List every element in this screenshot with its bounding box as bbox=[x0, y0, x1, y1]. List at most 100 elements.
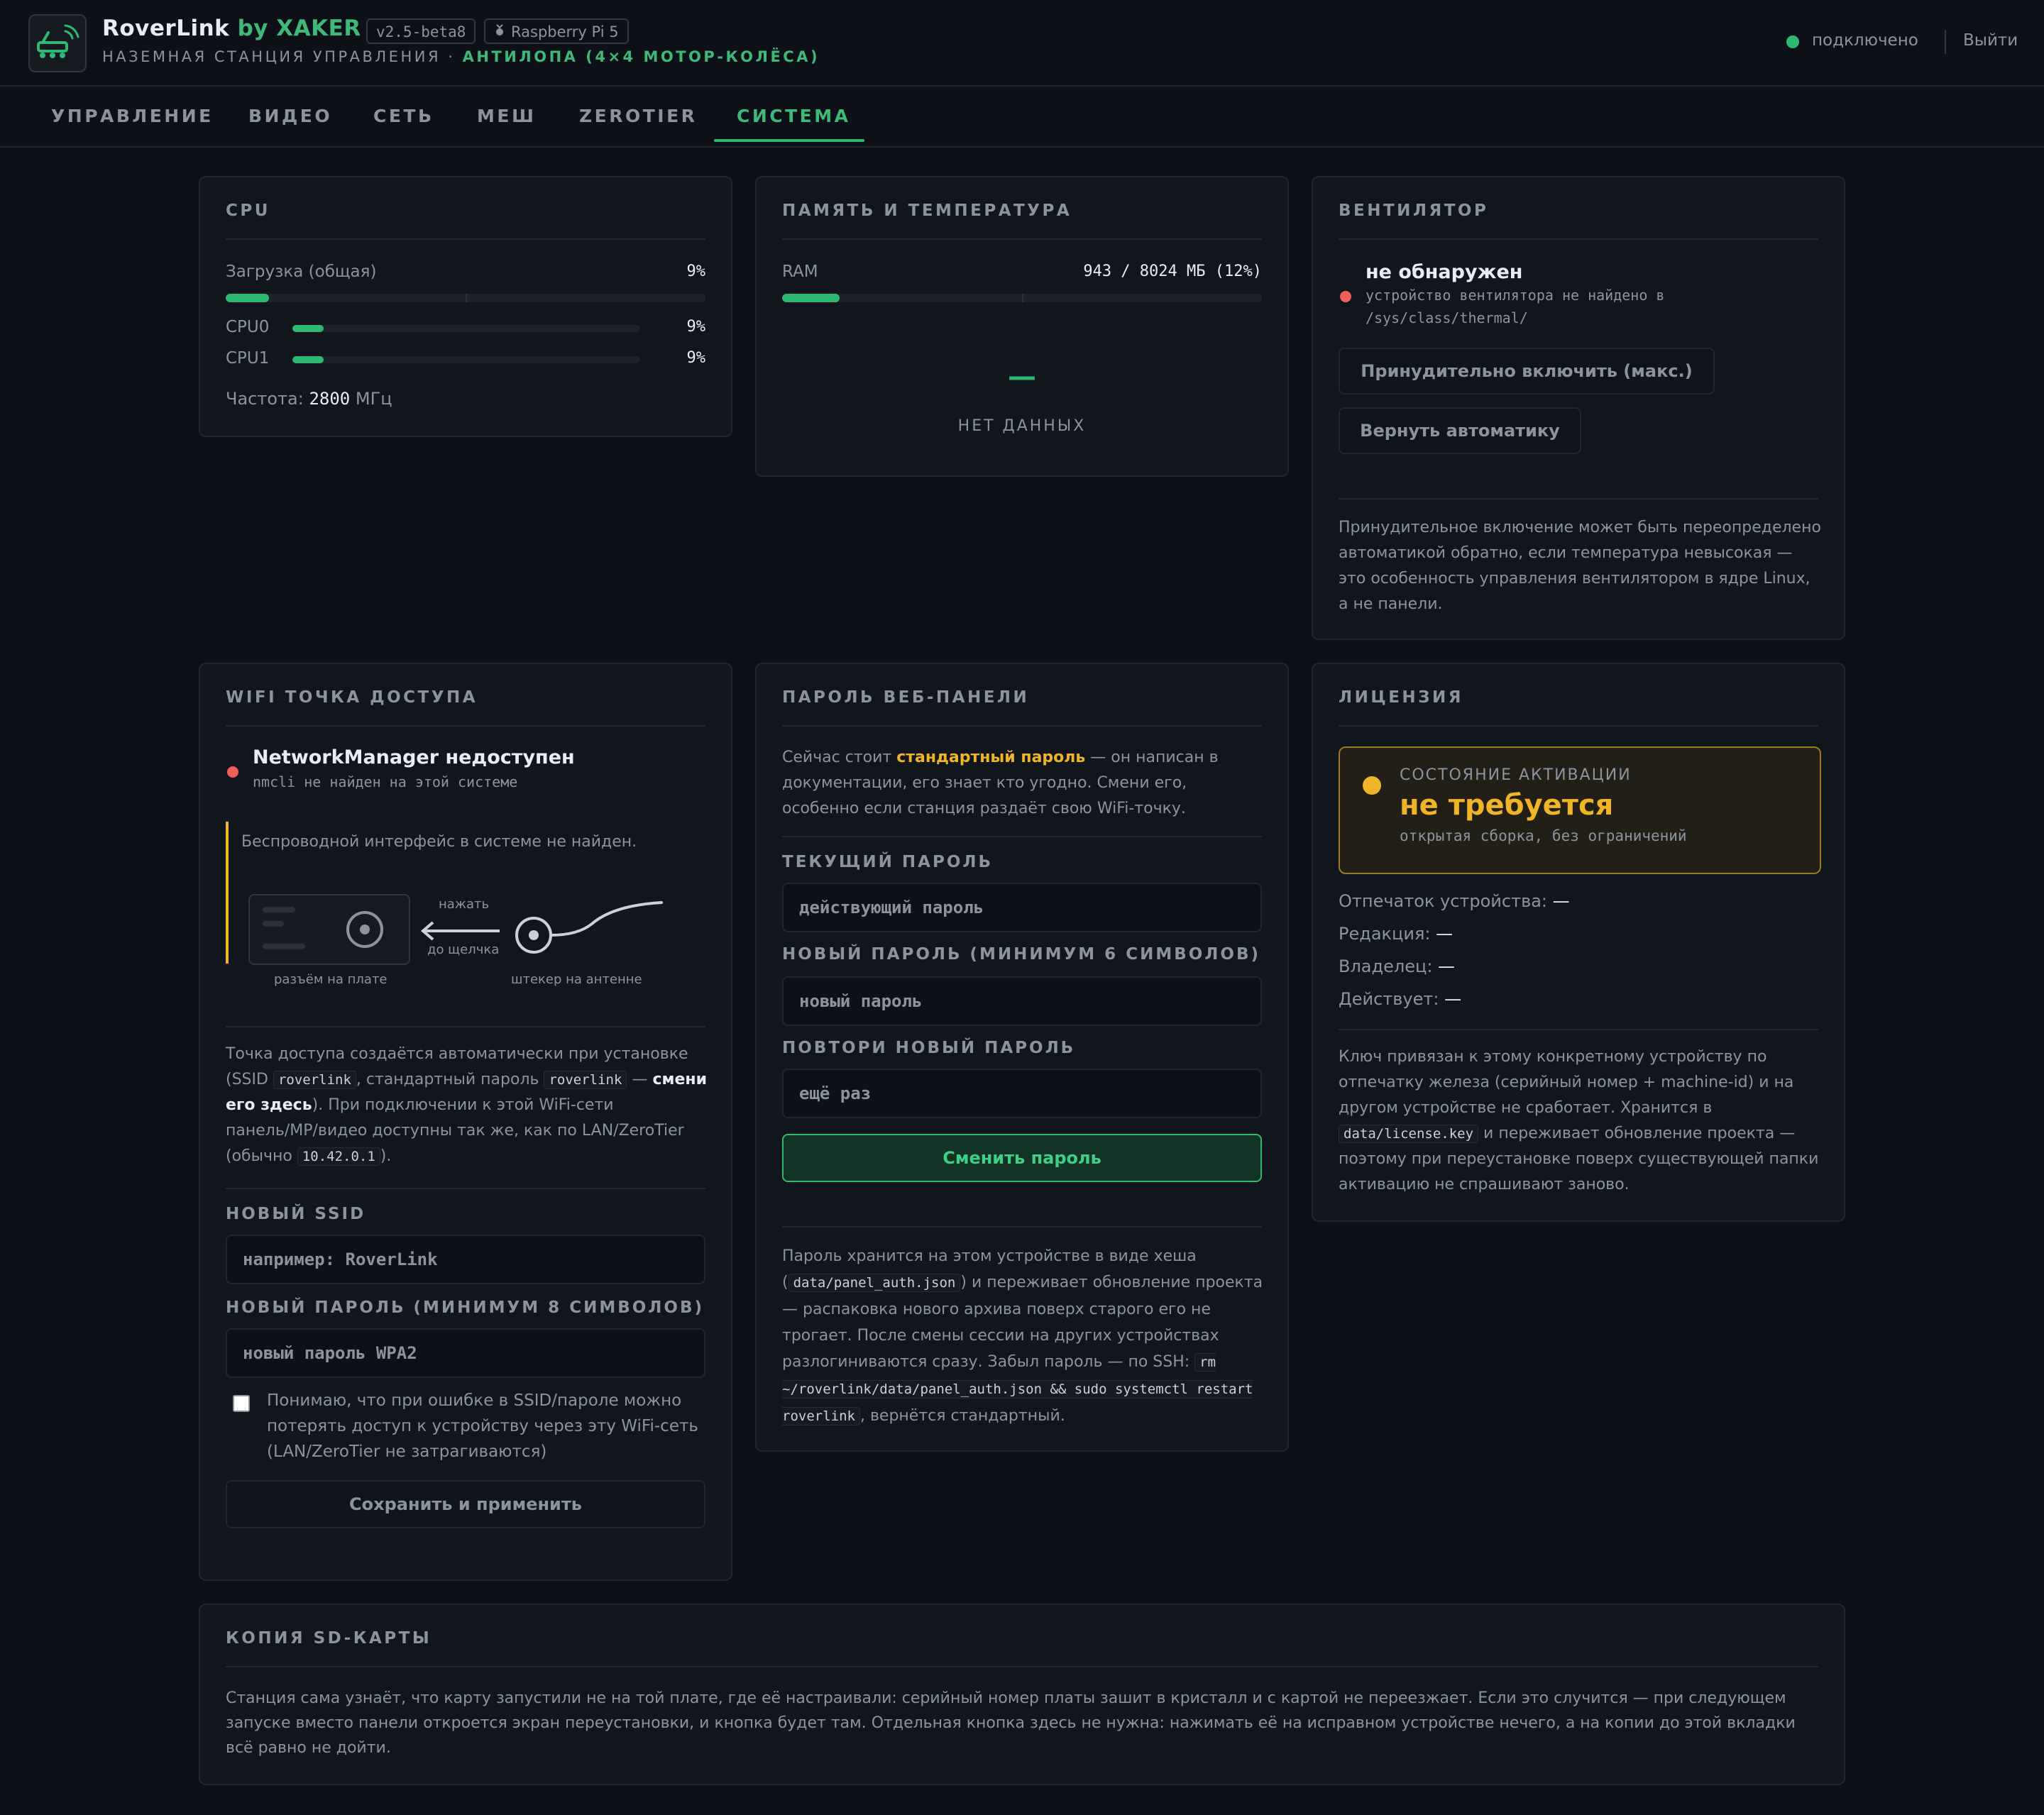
license-row-label: Редакция: bbox=[1339, 924, 1431, 944]
vehicle-model: АНТИЛОПА (4×4 МОТОР-КОЛЁСА) bbox=[462, 48, 820, 65]
card-title: ПАРОЛЬ ВЕБ-ПАНЕЛИ bbox=[782, 688, 1030, 707]
wifi-card: WIFI ТОЧКА ДОСТУПА NetworkManager недост… bbox=[199, 663, 732, 1581]
header-divider bbox=[1945, 30, 1946, 54]
panel-password-card: ПАРОЛЬ ВЕБ-ПАНЕЛИ Сейчас стоит стандартн… bbox=[755, 663, 1289, 1452]
cpu1-bar-fill bbox=[292, 356, 324, 363]
tab-control[interactable]: УПРАВЛЕНИЕ bbox=[51, 87, 214, 146]
license-row-label: Действует: bbox=[1339, 989, 1439, 1009]
cpu0-label: CPU0 bbox=[226, 318, 270, 336]
repeat-password-label: ПОВТОРИ НОВЫЙ ПАРОЛЬ bbox=[782, 1039, 1076, 1057]
wifi-status-dot bbox=[227, 766, 238, 778]
license-row: Отпечаток устройства: — bbox=[1339, 891, 1570, 911]
confirm-checkbox[interactable] bbox=[233, 1395, 250, 1412]
board-badge: Raspberry Pi 5 bbox=[484, 18, 629, 44]
cpu-total-bar bbox=[226, 294, 705, 302]
new-password-label: НОВЫЙ ПАРОЛЬ (МИНИМУМ 6 СИМВОЛОВ) bbox=[782, 945, 1260, 964]
license-row-value: — bbox=[1444, 989, 1462, 1009]
divider bbox=[1339, 1029, 1818, 1030]
diagram-until-click: до щелчка bbox=[427, 942, 500, 957]
fan-detail-path: /sys/class/thermal/ bbox=[1366, 309, 1528, 326]
fan-auto-button[interactable]: Вернуть автоматику bbox=[1339, 407, 1581, 454]
fan-note: Принудительное включение может быть пере… bbox=[1339, 519, 1821, 613]
divider bbox=[782, 1226, 1262, 1228]
cpu-card: CPU Загрузка (общая) 9% CPU0 9% CPU1 9% … bbox=[199, 176, 732, 437]
bar-midline bbox=[1022, 294, 1023, 302]
repeat-password-input[interactable] bbox=[782, 1069, 1262, 1118]
freq-unit: МГц bbox=[355, 389, 392, 409]
fan-status: не обнаружен bbox=[1366, 261, 1523, 283]
cpu0-value: 9% bbox=[686, 318, 706, 336]
ram-value: 943 / 8024 МБ (12%) bbox=[1083, 263, 1262, 280]
ssid-input[interactable] bbox=[226, 1235, 705, 1284]
license-row-label: Владелец: bbox=[1339, 956, 1433, 976]
raspberry-icon bbox=[494, 21, 505, 45]
new-password-input[interactable] bbox=[782, 976, 1262, 1026]
current-password-input[interactable] bbox=[782, 883, 1262, 932]
connection-status: подключено bbox=[1812, 31, 1918, 50]
main-tabs: УПРАВЛЕНИЕ ВИДЕО СЕТЬ МЕШ ZEROTIER СИСТЕ… bbox=[0, 87, 2044, 148]
app-subtitle: НАЗЕМНАЯ СТАНЦИЯ УПРАВЛЕНИЯ · АНТИЛОПА (… bbox=[102, 48, 820, 65]
board-connector-icon bbox=[345, 910, 385, 952]
wifi-warning: Беспроводной интерфейс в системе не найд… bbox=[241, 833, 637, 851]
activation-status-box: СОСТОЯНИЕ АКТИВАЦИИ не требуется открыта… bbox=[1339, 746, 1821, 874]
note-text: Ключ привязан к этому конкретному устрой… bbox=[1339, 1048, 1794, 1117]
logout-button[interactable]: Выйти bbox=[1963, 31, 2018, 50]
divider bbox=[226, 1666, 1818, 1667]
tab-video[interactable]: ВИДЕО bbox=[248, 87, 332, 146]
antenna-plug-icon bbox=[514, 895, 670, 962]
cpu0-bar-fill bbox=[292, 325, 324, 332]
tab-mesh[interactable]: МЕШ bbox=[477, 87, 536, 146]
divider bbox=[1339, 238, 1818, 240]
sd-copy-card: КОПИЯ SD-КАРТЫ Станция сама узнаёт, что … bbox=[199, 1604, 1845, 1785]
bar-midline bbox=[466, 294, 467, 302]
divider bbox=[782, 238, 1262, 240]
tab-system[interactable]: СИСТЕМА bbox=[737, 87, 850, 146]
app-title: RoverLink by XAKER bbox=[102, 16, 361, 41]
wifi-save-button[interactable]: Сохранить и применить bbox=[226, 1480, 705, 1528]
password-intro-text: Сейчас стоит bbox=[782, 749, 897, 766]
wifi-info-text: ). bbox=[380, 1147, 392, 1165]
sd-copy-text: Станция сама узнаёт, что карту запустили… bbox=[226, 1689, 1796, 1757]
ram-label: RAM bbox=[782, 263, 818, 281]
ram-bar bbox=[782, 294, 1262, 302]
change-password-button[interactable]: Сменить пароль bbox=[782, 1134, 1262, 1182]
license-card: ЛИЦЕНЗИЯ СОСТОЯНИЕ АКТИВАЦИИ не требуетс… bbox=[1312, 663, 1845, 1222]
divider bbox=[782, 725, 1262, 727]
wifi-info: Точка доступа создаётся автоматически пр… bbox=[226, 1042, 708, 1169]
freq-label: Частота: bbox=[226, 389, 304, 409]
wifi-info-text: — bbox=[627, 1071, 653, 1088]
password-storage-note: Пароль хранится на этом устройстве в вид… bbox=[782, 1243, 1272, 1430]
license-row-value: — bbox=[1552, 891, 1570, 911]
divider bbox=[1339, 498, 1818, 500]
fan-card: ВЕНТИЛЯТОР не обнаружен устройство венти… bbox=[1312, 176, 1845, 640]
fan-detail: устройство вентилятора не найдено в bbox=[1366, 287, 1665, 304]
freq-value: 2800 bbox=[309, 389, 351, 409]
app-author: by XAKER bbox=[237, 16, 361, 41]
tab-zerotier[interactable]: ZEROTIER bbox=[579, 87, 697, 146]
card-title: CPU bbox=[226, 202, 270, 220]
card-title: ЛИЦЕНЗИЯ bbox=[1339, 688, 1463, 707]
subtitle-prefix: НАЗЕМНАЯ СТАНЦИЯ УПРАВЛЕНИЯ · bbox=[102, 48, 456, 65]
board-connector-illustration bbox=[248, 894, 410, 965]
fan-force-on-button[interactable]: Принудительно включить (макс.) bbox=[1339, 348, 1715, 395]
activation-state-label: СОСТОЯНИЕ АКТИВАЦИИ bbox=[1400, 766, 1632, 784]
wifi-status: NetworkManager недоступен bbox=[253, 746, 575, 768]
diagram-antenna-plug: штекер на антенне bbox=[511, 972, 642, 987]
cpu0-bar bbox=[292, 325, 640, 332]
auth-file-path: data/panel_auth.json bbox=[788, 1274, 961, 1292]
divider bbox=[226, 725, 705, 727]
board-name: Raspberry Pi 5 bbox=[511, 23, 619, 40]
default-password: roverlink bbox=[544, 1071, 627, 1089]
note-text: , вернётся стандартный. bbox=[859, 1407, 1065, 1425]
memory-card: ПАМЯТЬ И ТЕМПЕРАТУРА RAM 943 / 8024 МБ (… bbox=[755, 176, 1289, 477]
license-row: Владелец: — bbox=[1339, 956, 1455, 976]
divider bbox=[226, 238, 705, 240]
cpu-total-value: 9% bbox=[686, 263, 706, 280]
tab-network[interactable]: СЕТЬ bbox=[373, 87, 434, 146]
cpu1-bar bbox=[292, 356, 640, 363]
cpu-total-bar-fill bbox=[226, 294, 269, 302]
confirm-checkbox-label: Понимаю, что при ошибке в SSID/пароле мо… bbox=[267, 1391, 698, 1461]
wifi-password-input[interactable] bbox=[226, 1328, 705, 1378]
connection-status-dot bbox=[1786, 35, 1799, 48]
rover-logo-icon bbox=[28, 14, 87, 72]
